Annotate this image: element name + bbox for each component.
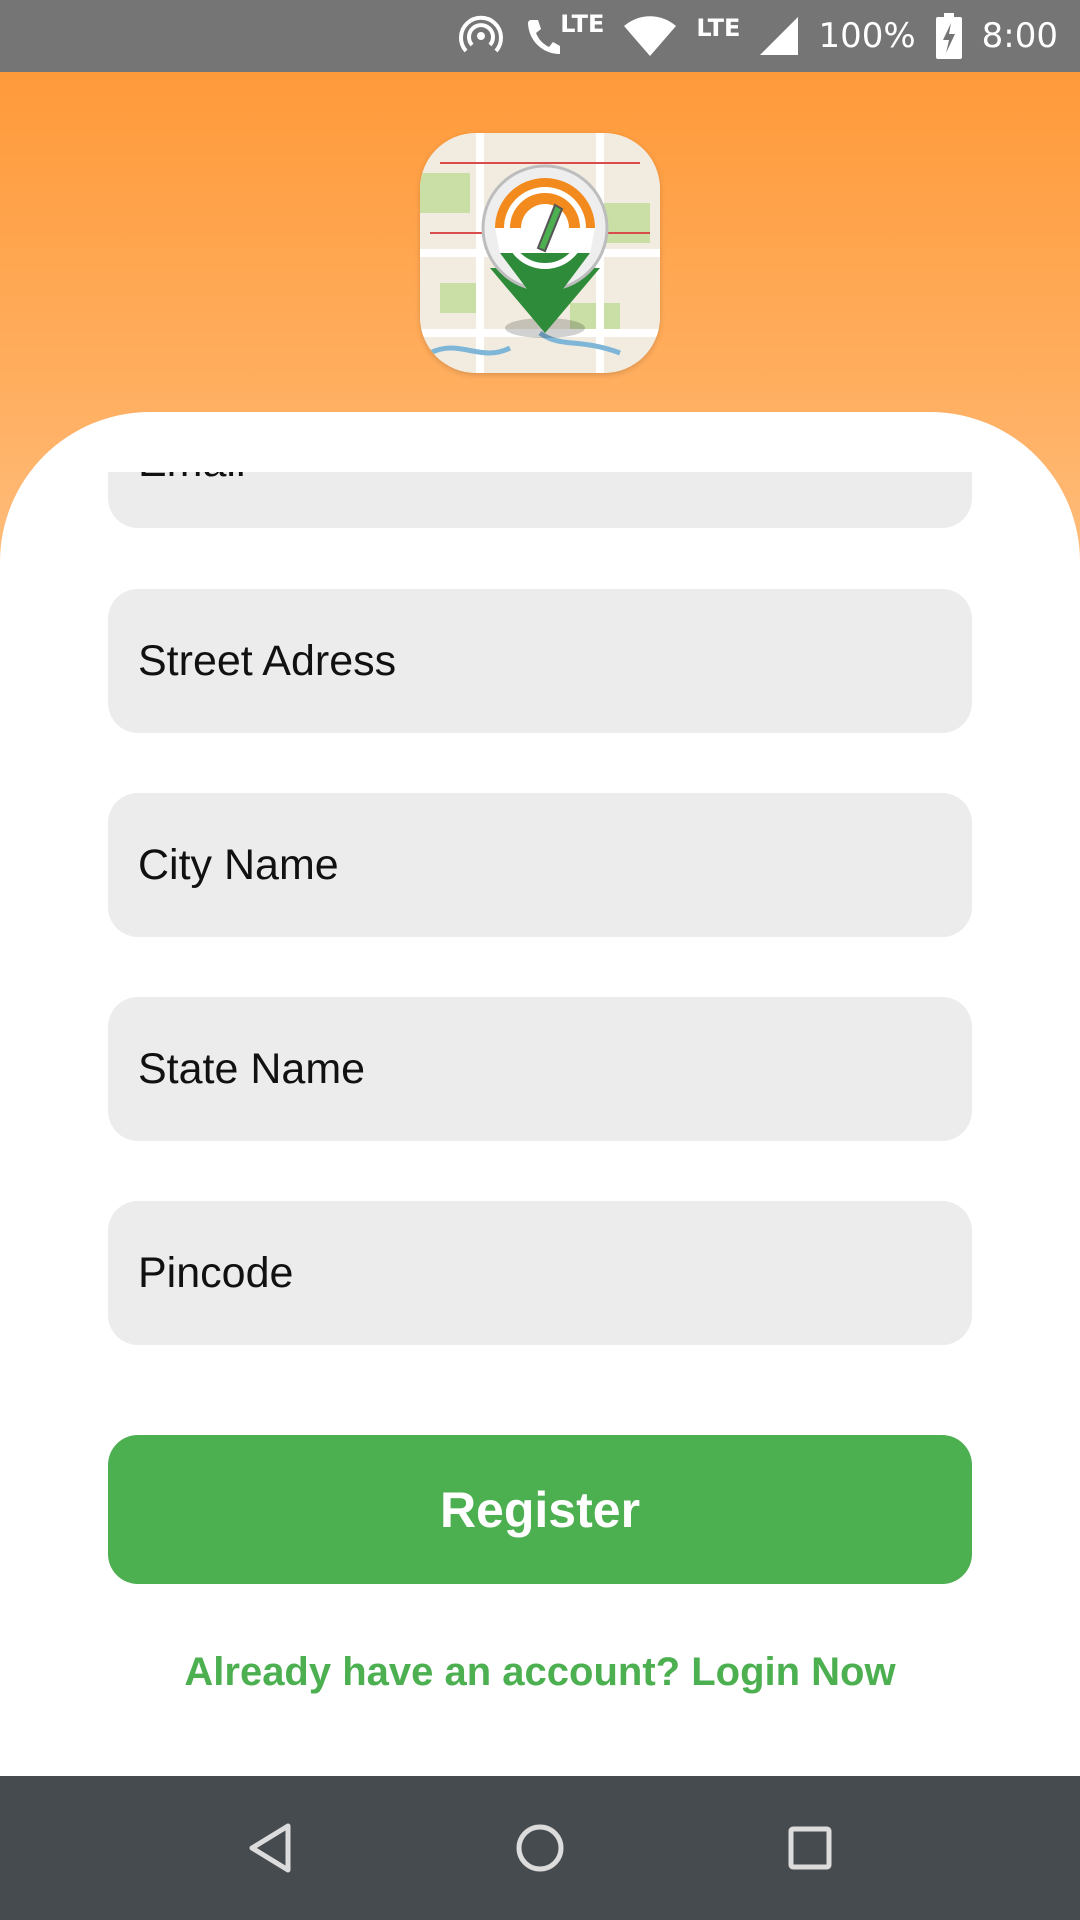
- state-name-field[interactable]: State Name: [108, 997, 972, 1141]
- state-name-placeholder: State Name: [138, 1044, 366, 1093]
- street-address-field[interactable]: Street Adress: [108, 589, 972, 733]
- register-button[interactable]: Register: [108, 1435, 972, 1584]
- hotspot-icon: [458, 13, 504, 59]
- recents-icon[interactable]: [768, 1806, 852, 1890]
- home-icon[interactable]: [498, 1806, 582, 1890]
- map-pin-india-flag-logo: [420, 133, 660, 373]
- battery-percent: 100%: [818, 16, 916, 56]
- pincode-placeholder: Pincode: [138, 1248, 294, 1297]
- login-now-link[interactable]: Already have an account? Login Now: [0, 1650, 1080, 1695]
- clock: 8:00: [981, 16, 1058, 56]
- street-address-placeholder: Street Adress: [138, 636, 397, 685]
- system-nav-bar: [0, 1776, 1080, 1920]
- email-field[interactable]: Email: [108, 472, 972, 528]
- back-icon[interactable]: [228, 1806, 312, 1890]
- city-name-placeholder: City Name: [138, 840, 339, 889]
- phone-icon: LTE: [524, 10, 604, 56]
- lte-data-label: LTE: [696, 14, 741, 42]
- status-bar: LTE LTE 100% 8:00: [0, 0, 1080, 72]
- app-screen: LTE LTE 100% 8:00 Street Adress City Nam…: [0, 0, 1080, 1920]
- email-placeholder: Email: [138, 472, 246, 487]
- city-name-field[interactable]: City Name: [108, 793, 972, 937]
- wifi-icon: [624, 16, 677, 56]
- signal-icon: [760, 17, 799, 55]
- battery-charging-icon: [935, 13, 962, 59]
- lte-call-label: LTE: [560, 10, 605, 38]
- pincode-field[interactable]: Pincode: [108, 1201, 972, 1345]
